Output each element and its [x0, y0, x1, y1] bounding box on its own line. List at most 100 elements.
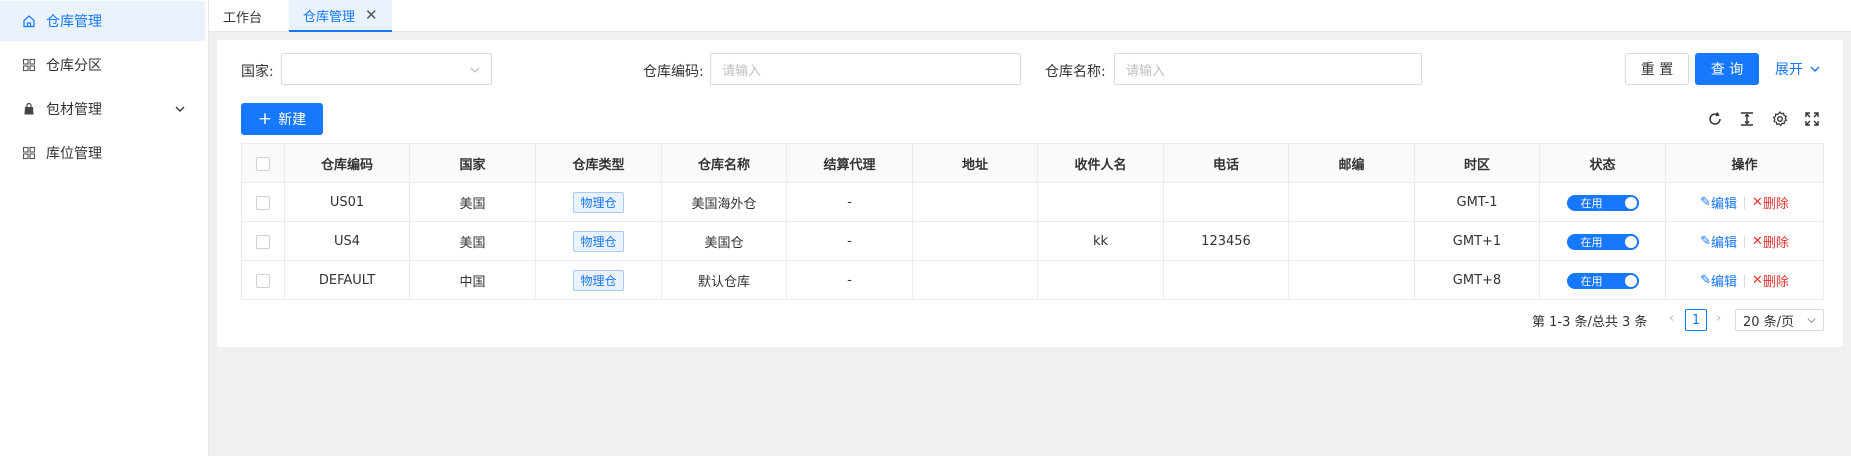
- row-checkbox[interactable]: [256, 234, 270, 249]
- edit-button[interactable]: ✎ 编辑: [1700, 232, 1737, 251]
- name-label: 仓库名称:: [1045, 64, 1106, 80]
- country-label: 国家:: [241, 64, 274, 80]
- delete-icon: ✕: [1752, 234, 1763, 249]
- column-header[interactable]: 仓库编码: [285, 144, 410, 183]
- edit-icon: ✎: [1700, 273, 1711, 288]
- delete-button[interactable]: ✕ 删除: [1752, 271, 1789, 290]
- name-placeholder: 请输入: [1126, 63, 1166, 79]
- sidebar-item-packaging[interactable]: 包材管理: [0, 89, 205, 129]
- delete-label: 删除: [1762, 275, 1789, 290]
- sidebar-item-location[interactable]: 库位管理: [0, 133, 205, 173]
- column-height-icon[interactable]: [1738, 110, 1756, 128]
- edit-button[interactable]: ✎ 编辑: [1700, 271, 1737, 290]
- timezone-cell: GMT+8: [1415, 261, 1540, 300]
- column-header[interactable]: 电话: [1164, 144, 1289, 183]
- column-header[interactable]: 结算代理: [787, 144, 913, 183]
- phone-cell: [1164, 183, 1289, 222]
- delete-icon: ✕: [1752, 195, 1763, 210]
- code-cell: US01: [285, 183, 410, 222]
- country-cell: 中国: [410, 261, 536, 300]
- name-cell: 默认仓库: [662, 261, 787, 300]
- code-label: 仓库编码:: [643, 64, 704, 80]
- fullscreen-icon[interactable]: [1803, 110, 1821, 128]
- status-switch[interactable]: 在用: [1566, 272, 1639, 289]
- table-row: US4 美国 物理仓 美国仓 - kk 123456 GMT+1 在用 ✎ 编辑 …: [242, 222, 1823, 261]
- country-cell: 美国: [410, 222, 536, 261]
- select-all-checkbox[interactable]: [256, 156, 270, 171]
- recipient-cell: [1038, 183, 1164, 222]
- close-icon[interactable]: ✕: [365, 6, 378, 24]
- page-button-current[interactable]: 1: [1685, 309, 1707, 331]
- name-input[interactable]: 请输入: [1114, 53, 1422, 85]
- delete-label: 删除: [1762, 197, 1789, 212]
- column-header[interactable]: 仓库类型: [536, 144, 662, 183]
- chevron-down-icon[interactable]: [173, 102, 187, 116]
- recipient-cell: [1038, 261, 1164, 300]
- row-checkbox[interactable]: [256, 273, 270, 288]
- status-cell: 在用: [1540, 222, 1666, 261]
- settings-icon[interactable]: [1771, 110, 1789, 128]
- search-button[interactable]: 查 询: [1695, 53, 1759, 85]
- code-input[interactable]: 请输入: [710, 53, 1021, 85]
- delete-button[interactable]: ✕ 删除: [1752, 193, 1789, 212]
- type-cell: 物理仓: [536, 183, 662, 222]
- new-button[interactable]: + 新建: [241, 103, 323, 135]
- status-switch[interactable]: 在用: [1566, 194, 1639, 211]
- sidebar-item-zone[interactable]: 仓库分区: [0, 45, 205, 85]
- prev-page-icon[interactable]: ‹: [1669, 311, 1674, 326]
- agent-cell: -: [787, 261, 913, 300]
- sidebar-item-warehouse[interactable]: 仓库管理: [0, 1, 205, 41]
- column-header[interactable]: 操作: [1666, 144, 1823, 183]
- edit-button[interactable]: ✎ 编辑: [1700, 193, 1737, 212]
- table-row: DEFAULT 中国 物理仓 默认仓库 - GMT+8 在用 ✎ 编辑 ✕ 删除: [242, 261, 1823, 300]
- column-header[interactable]: 邮编: [1289, 144, 1415, 183]
- chevron-down-icon: [1810, 66, 1820, 72]
- tab-warehouse[interactable]: 仓库管理 ✕: [289, 0, 392, 32]
- status-switch[interactable]: 在用: [1566, 233, 1639, 250]
- country-select[interactable]: [281, 53, 492, 85]
- row-checkbox[interactable]: [256, 195, 270, 210]
- edit-label: 编辑: [1710, 275, 1737, 290]
- actions-cell: ✎ 编辑 ✕ 删除: [1666, 261, 1823, 300]
- type-tag: 物理仓: [573, 192, 624, 213]
- expand-button[interactable]: 展开: [1770, 53, 1826, 85]
- column-header[interactable]: 收件人名: [1038, 144, 1164, 183]
- edit-icon: ✎: [1700, 195, 1711, 210]
- code-cell: DEFAULT: [285, 261, 410, 300]
- chevron-down-icon: [1807, 318, 1816, 324]
- zip-cell: [1289, 222, 1415, 261]
- next-page-icon[interactable]: ›: [1716, 311, 1721, 326]
- tab-label: 工作台: [223, 10, 263, 26]
- page-size-value: 20 条/页: [1743, 314, 1795, 330]
- page-size-select[interactable]: 20 条/页: [1735, 309, 1824, 331]
- timezone-cell: GMT+1: [1415, 222, 1540, 261]
- agent-cell: -: [787, 222, 913, 261]
- plus-icon: +: [257, 108, 273, 129]
- tab-workbench[interactable]: 工作台: [209, 0, 276, 32]
- actions-cell: ✎ 编辑 ✕ 删除: [1666, 183, 1823, 222]
- column-header[interactable]: 时区: [1415, 144, 1540, 183]
- code-cell: US4: [285, 222, 410, 261]
- reset-button[interactable]: 重 置: [1625, 53, 1689, 85]
- status-cell: 在用: [1540, 261, 1666, 300]
- column-header[interactable]: 状态: [1540, 144, 1666, 183]
- name-cell: 美国海外仓: [662, 183, 787, 222]
- address-cell: [913, 183, 1038, 222]
- country-cell: 美国: [410, 183, 536, 222]
- address-cell: [913, 222, 1038, 261]
- actions-cell: ✎ 编辑 ✕ 删除: [1666, 222, 1823, 261]
- sidebar-item-label: 仓库分区: [46, 58, 102, 74]
- column-header[interactable]: 仓库名称: [662, 144, 787, 183]
- column-header[interactable]: 国家: [410, 144, 536, 183]
- delete-button[interactable]: ✕ 删除: [1752, 232, 1789, 251]
- refresh-icon[interactable]: [1706, 110, 1724, 128]
- zip-cell: [1289, 261, 1415, 300]
- column-header[interactable]: 地址: [913, 144, 1038, 183]
- pagination-summary: 第 1-3 条/总共 3 条: [1532, 315, 1648, 330]
- sidebar-item-label: 库位管理: [46, 146, 102, 162]
- type-tag: 物理仓: [573, 231, 624, 252]
- phone-cell: [1164, 261, 1289, 300]
- type-cell: 物理仓: [536, 222, 662, 261]
- type-cell: 物理仓: [536, 261, 662, 300]
- edit-label: 编辑: [1710, 197, 1737, 212]
